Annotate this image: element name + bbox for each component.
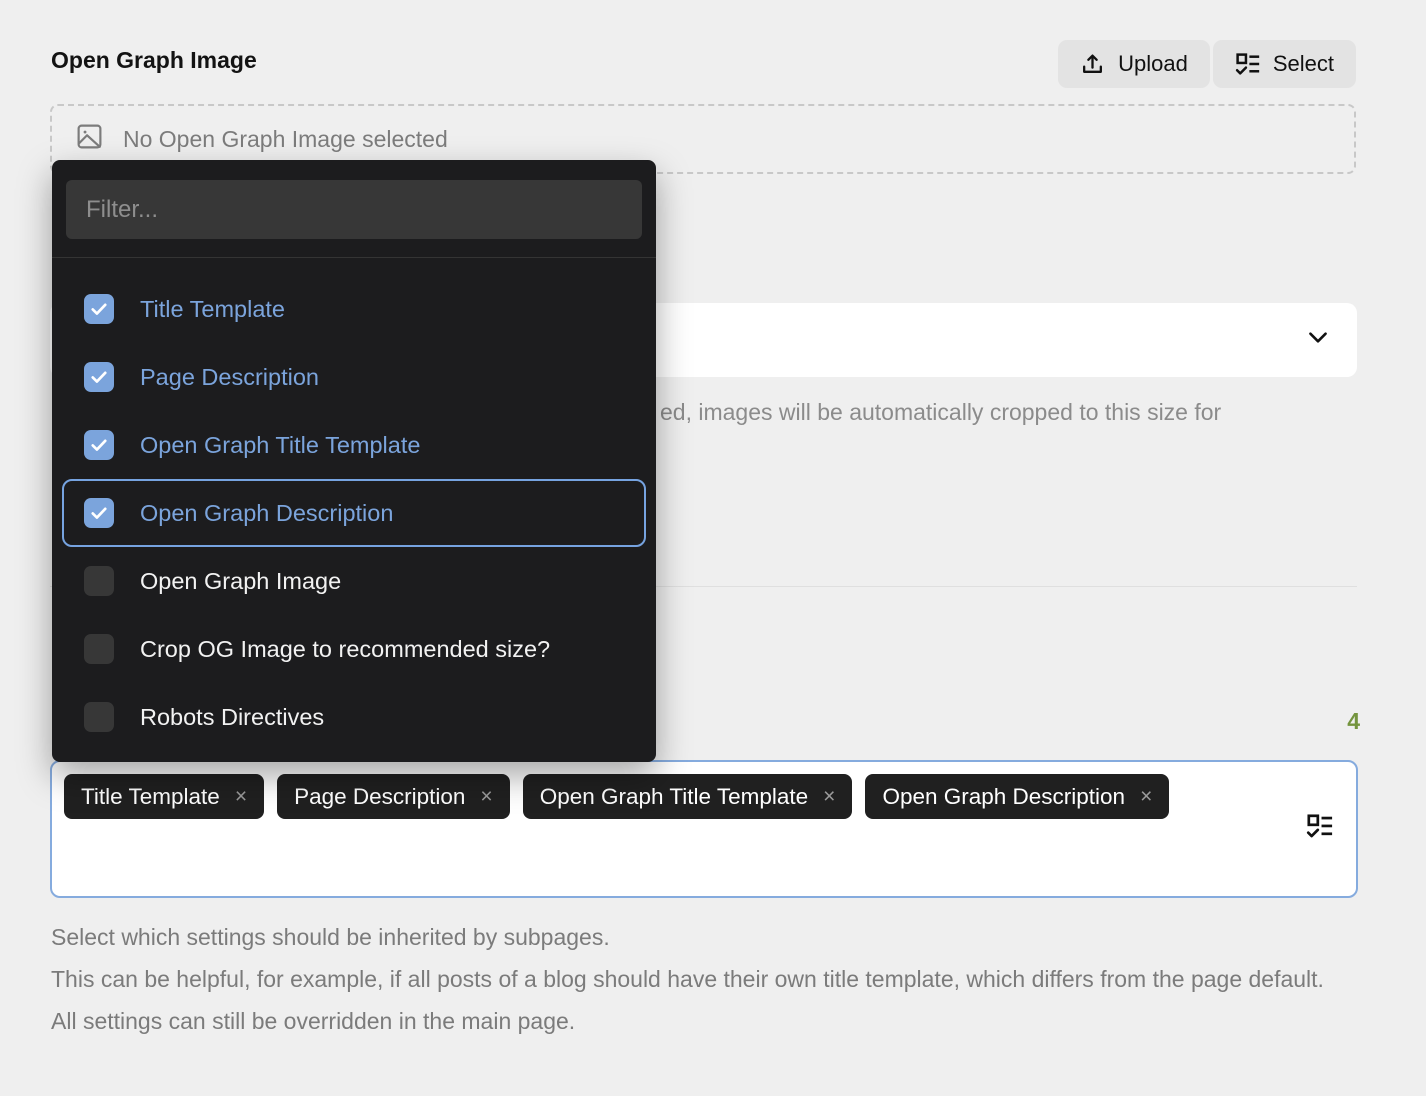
check-icon [89, 299, 109, 319]
inherited-settings-input[interactable]: Title Template × Page Description × Open… [50, 760, 1358, 898]
checklist-icon [1235, 52, 1260, 77]
option-label: Open Graph Title Template [140, 432, 420, 459]
select-button-label: Select [1273, 51, 1334, 77]
tag-label: Open Graph Description [882, 784, 1125, 810]
option-label: Robots Directives [140, 704, 324, 731]
checkbox-checked[interactable] [84, 498, 114, 528]
tag-label: Page Description [294, 784, 465, 810]
tag-label: Open Graph Title Template [540, 784, 808, 810]
help-line-2: This can be helpful, for example, if all… [51, 958, 1343, 1042]
option-crop-og-image[interactable]: Crop OG Image to recommended size? [52, 615, 656, 683]
remove-tag-icon[interactable]: × [1140, 785, 1152, 809]
tag-og-description[interactable]: Open Graph Description × [865, 774, 1169, 819]
upload-button-label: Upload [1118, 51, 1188, 77]
check-icon [89, 367, 109, 387]
help-text: Select which settings should be inherite… [51, 916, 1343, 1042]
checkbox-checked[interactable] [84, 430, 114, 460]
option-list: Title Template Page Description Open Gra… [52, 275, 656, 751]
checklist-icon[interactable] [1306, 813, 1333, 845]
panel-divider [52, 257, 656, 258]
tag-label: Title Template [81, 784, 220, 810]
filter-input[interactable] [66, 180, 642, 239]
checkbox-checked[interactable] [84, 362, 114, 392]
check-icon [89, 503, 109, 523]
option-robots-directives[interactable]: Robots Directives [52, 683, 656, 751]
option-title-template[interactable]: Title Template [52, 275, 656, 343]
tag-page-description[interactable]: Page Description × [277, 774, 510, 819]
check-icon [89, 435, 109, 455]
remove-tag-icon[interactable]: × [235, 785, 247, 809]
upload-icon [1080, 52, 1105, 77]
checkbox-unchecked[interactable] [84, 634, 114, 664]
checkbox-checked[interactable] [84, 294, 114, 324]
option-og-image[interactable]: Open Graph Image [52, 547, 656, 615]
option-label: Open Graph Description [140, 500, 393, 527]
option-label: Title Template [140, 296, 285, 323]
option-page-description[interactable]: Page Description [52, 343, 656, 411]
option-label: Crop OG Image to recommended size? [140, 636, 550, 663]
selected-count-badge: 4 [1347, 708, 1360, 735]
seo-settings-page: Open Graph Image Upload [0, 0, 1426, 1096]
help-line-1: Select which settings should be inherite… [51, 916, 1343, 958]
tag-og-title-template[interactable]: Open Graph Title Template × [523, 774, 853, 819]
checkbox-unchecked[interactable] [84, 566, 114, 596]
option-og-title-template[interactable]: Open Graph Title Template [52, 411, 656, 479]
select-button[interactable]: Select [1213, 40, 1356, 88]
option-og-description[interactable]: Open Graph Description [62, 479, 646, 547]
settings-filter-dropdown: Title Template Page Description Open Gra… [52, 160, 656, 762]
option-label: Open Graph Image [140, 568, 341, 595]
tag-title-template[interactable]: Title Template × [64, 774, 264, 819]
remove-tag-icon[interactable]: × [480, 785, 492, 809]
crop-hint-text: ed, images will be automatically cropped… [660, 399, 1221, 426]
header-buttons: Upload Select [1058, 40, 1356, 88]
option-label: Page Description [140, 364, 319, 391]
image-icon [75, 122, 104, 156]
checkbox-unchecked[interactable] [84, 702, 114, 732]
chevron-down-icon [1305, 325, 1331, 356]
empty-state-text: No Open Graph Image selected [123, 126, 448, 153]
remove-tag-icon[interactable]: × [823, 785, 835, 809]
page-title: Open Graph Image [51, 47, 257, 74]
upload-button[interactable]: Upload [1058, 40, 1210, 88]
